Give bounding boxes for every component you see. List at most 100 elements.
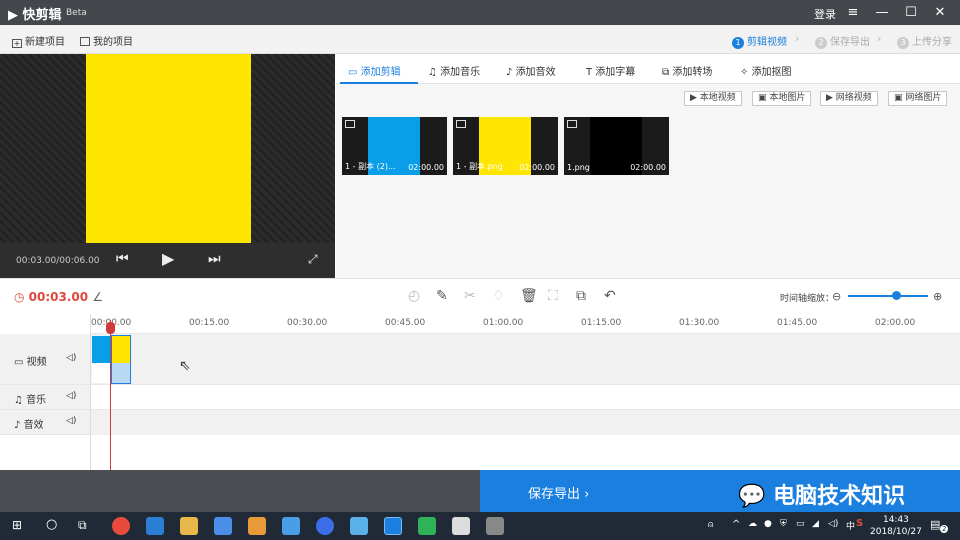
login-button[interactable]: 登录 — [814, 6, 836, 22]
tab-add-music[interactable]: ♫ 添加音乐 — [428, 63, 480, 78]
image-icon — [456, 120, 466, 128]
kuaijianji-taskbar-icon[interactable] — [384, 517, 402, 535]
minimize-icon[interactable]: — — [871, 3, 893, 23]
tab-label: 添加剪辑 — [360, 67, 401, 78]
volume-icon[interactable]: ◁) — [66, 391, 76, 401]
sfx-track[interactable] — [91, 410, 960, 435]
timeline-clip-blue[interactable] — [92, 336, 110, 363]
tab-add-transition[interactable]: ⧉ 添加转场 — [662, 63, 712, 78]
clip-name: 1.png — [567, 163, 590, 172]
mail-app-icon[interactable] — [452, 517, 470, 535]
ruler-tick: 00:45.00 — [385, 318, 426, 328]
clip-duration: 02:00.00 — [408, 163, 444, 172]
step-number: 2 — [815, 37, 827, 49]
media-clip[interactable]: 1.png 02:00.00 — [564, 117, 669, 175]
volume-icon[interactable]: ◁) — [66, 416, 76, 426]
tab-label: 添加字幕 — [595, 67, 636, 78]
my-projects-button[interactable]: 我的项目 — [80, 33, 133, 48]
battery-icon[interactable]: ▭ — [796, 519, 805, 529]
timeline-clip-selected[interactable] — [111, 335, 131, 384]
crop-icon[interactable]: ⛶ — [548, 288, 558, 304]
button-label: 网络图片 — [905, 93, 942, 103]
media-clip[interactable]: 1 - 副本 (2)... 02:00.00 — [342, 117, 447, 175]
tray-security-icon[interactable]: ⛨ — [780, 519, 787, 529]
online-video-button[interactable]: ▶ 网络视频 — [820, 91, 878, 106]
next-frame-icon[interactable]: ⏭ — [208, 251, 221, 267]
zoom-slider[interactable] — [848, 295, 928, 297]
tab-label: 添加转场 — [672, 67, 713, 78]
chat-app-icon[interactable] — [350, 517, 368, 535]
ruler-tick: 01:15.00 — [581, 318, 622, 328]
file-explorer-icon[interactable] — [180, 517, 198, 535]
video-track[interactable]: ⇖ — [91, 334, 960, 385]
ruler-tick: 01:00.00 — [483, 318, 524, 328]
ruler-tick: 00:30.00 — [287, 318, 328, 328]
timeline-ruler[interactable]: 00:00.00 00:15.00 00:30.00 00:45.00 01:0… — [91, 314, 960, 334]
music-track[interactable] — [91, 385, 960, 410]
windows-start-icon[interactable]: ⊞ — [12, 518, 22, 532]
maximize-icon[interactable]: ☐ — [900, 3, 922, 23]
close-icon[interactable]: ✕ — [929, 3, 951, 23]
fullscreen-icon[interactable]: ⤢ — [308, 252, 318, 267]
notification-icon[interactable]: ▤ — [930, 518, 940, 531]
beta-badge: Beta — [66, 8, 87, 18]
edit-toolbar: ◷ 00:03.00 ∠ ◴ ✎ ✂ ♢ 🗑 ⛶ ⧉ ↶ 时间轴缩放： ⊖ ⊕ — [0, 278, 960, 314]
local-video-button[interactable]: ▶ 本地视频 — [684, 91, 742, 106]
video-track-label: ▭ 视频 — [14, 357, 47, 368]
play-icon[interactable]: ▶ — [162, 249, 174, 268]
edit-time-icon[interactable]: ∠ — [92, 290, 103, 304]
clock[interactable]: 14:43 2018/10/27 — [870, 514, 922, 538]
tray-app-icon[interactable]: ☁ — [748, 519, 757, 529]
video-app-icon[interactable] — [418, 517, 436, 535]
tab-add-subtitle[interactable]: T 添加字幕 — [586, 63, 635, 78]
search-icon[interactable]: ○ — [46, 517, 57, 532]
network-icon[interactable]: ◢ — [812, 519, 819, 529]
undo-icon[interactable]: ↶ — [604, 288, 616, 304]
media-library — [336, 84, 960, 278]
chrome-icon[interactable] — [112, 517, 130, 535]
bell-icon[interactable]: ♢ — [492, 288, 505, 304]
task-view-icon[interactable]: ⧉ — [78, 518, 87, 533]
clock-date: 2018/10/27 — [870, 527, 922, 537]
zoom-slider-handle[interactable] — [892, 291, 901, 300]
timeline-clip-yellow — [112, 336, 130, 363]
media-player-icon[interactable] — [248, 517, 266, 535]
chevron-right-icon: › — [877, 32, 882, 45]
input-method-icon[interactable]: 中 — [846, 519, 855, 532]
k-app-icon[interactable] — [316, 517, 334, 535]
zoom-out-icon[interactable]: ⊖ — [832, 290, 841, 303]
tab-add-cutout[interactable]: ✧ 添加抠图 — [740, 63, 792, 78]
tab-add-sfx[interactable]: ♪ 添加音效 — [506, 63, 556, 78]
zoom-in-icon[interactable]: ⊕ — [933, 290, 942, 303]
playhead-handle[interactable] — [106, 322, 115, 334]
tab-label: 添加音效 — [515, 67, 556, 78]
new-project-button[interactable]: + 新建项目 — [12, 33, 65, 48]
ruler-tick: 01:30.00 — [679, 318, 720, 328]
local-image-button[interactable]: ▣ 本地图片 — [752, 91, 812, 106]
trash-icon[interactable]: 🗑 — [520, 288, 538, 304]
tab-add-clip[interactable]: ▭ 添加剪辑 — [348, 63, 401, 78]
step-share[interactable]: 3 上传分享 — [897, 33, 952, 49]
speed-icon[interactable]: ◴ — [408, 288, 420, 304]
person-icon[interactable]: ⍝ — [708, 520, 713, 530]
network-app-icon[interactable] — [282, 517, 300, 535]
tray-wechat-icon[interactable]: ● — [764, 519, 772, 529]
volume-icon[interactable]: ◁) — [828, 519, 838, 529]
copy-icon[interactable]: ⧉ — [576, 288, 586, 304]
volume-icon[interactable]: ◁) — [66, 353, 76, 363]
prev-frame-icon[interactable]: ⏮ — [116, 251, 129, 267]
playhead-line[interactable] — [110, 320, 111, 470]
step-export[interactable]: 2 保存导出 — [815, 33, 870, 49]
online-image-button[interactable]: ▣ 网络图片 — [888, 91, 948, 106]
pencil-icon[interactable]: ✎ — [436, 288, 448, 304]
tray-expand-icon[interactable]: ^ — [732, 519, 740, 530]
step-edit[interactable]: 1 剪辑视频 — [732, 33, 787, 49]
scissors-icon[interactable]: ✂ — [464, 288, 476, 304]
media-clip[interactable]: 1 - 副本.png 02:00.00 — [453, 117, 558, 175]
track-label: 视频 — [26, 357, 47, 368]
store-icon[interactable] — [214, 517, 232, 535]
edge-icon[interactable] — [146, 517, 164, 535]
menu-icon[interactable]: ≡ — [842, 3, 864, 23]
sogou-icon[interactable]: S — [856, 518, 863, 529]
screenshot-app-icon[interactable] — [486, 517, 504, 535]
